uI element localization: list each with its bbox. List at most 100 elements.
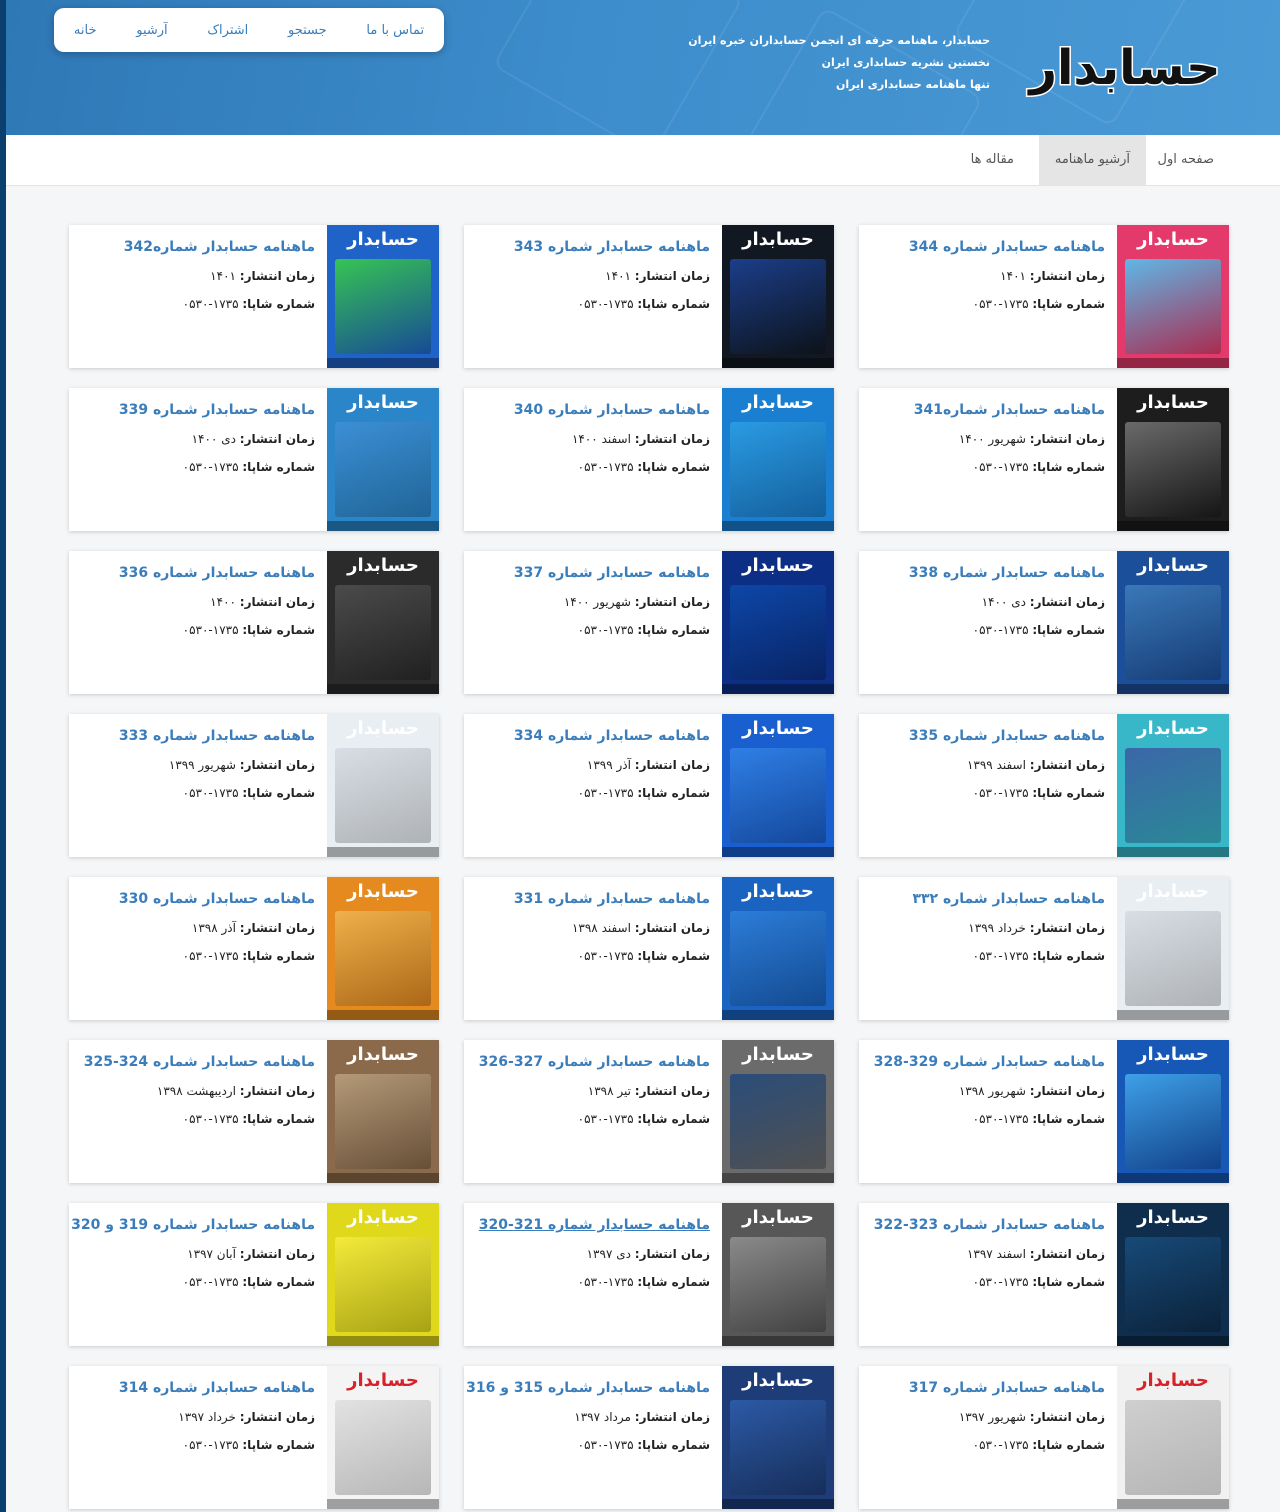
issue-title-link[interactable]: ماهنامه حسابدار شماره 330 [75, 891, 315, 907]
issue-cover-image[interactable]: حسابدار [1117, 714, 1229, 857]
issue-cover-image[interactable]: حسابدار [722, 551, 834, 694]
issue-date: اسفند ۱۴۰۰ [571, 432, 631, 446]
cover-masthead: حسابدار [347, 880, 420, 902]
issue-date: دی ۱۴۰۰ [191, 432, 236, 446]
issue-card[interactable]: حسابدار ماهنامه حسابدار شماره 340 زمان انت… [464, 388, 834, 531]
issue-cover-image[interactable]: حسابدار [722, 877, 834, 1020]
issue-title-link[interactable]: ماهنامه حسابدار شماره 319 و 320 [71, 1217, 315, 1233]
cover-artwork [1125, 1400, 1221, 1495]
nav-subscribe[interactable]: اشتراک [207, 23, 248, 38]
issue-title-link[interactable]: ماهنامه حسابدار شماره 315 و 316 [466, 1380, 710, 1396]
issue-title-link[interactable]: ماهنامه حسابدار شماره 327-326 [470, 1054, 710, 1070]
issue-title-link[interactable]: ماهنامه حسابدار شماره 333 [75, 728, 315, 744]
issn-label: شماره شاپا: [1032, 623, 1105, 637]
issue-info: ماهنامه حسابدار شماره 330 زمان انتشار: آذ… [75, 877, 315, 963]
issue-card[interactable]: حسابدار ماهنامه حسابدار شماره 336 زمان انت… [69, 551, 439, 694]
issue-title-link[interactable]: ماهنامه حسابدار شماره 321-320 [470, 1217, 710, 1233]
cover-artwork [335, 748, 431, 843]
issue-title-link[interactable]: ماهنامه حسابدار شماره ۳۳۲ [865, 891, 1105, 907]
cover-artwork [1125, 911, 1221, 1006]
issue-cover-image[interactable]: حسابدار [327, 551, 439, 694]
tab-articles[interactable]: مقاله ها [955, 135, 1030, 185]
date-label: زمان انتشار: [634, 595, 710, 609]
cover-artwork [335, 911, 431, 1006]
issue-cover-image[interactable]: حسابدار [327, 877, 439, 1020]
issue-card[interactable]: حسابدار ماهنامه حسابدار شماره341 زمان انتش… [859, 388, 1229, 531]
issue-title-link[interactable]: ماهنامه حسابدار شماره 335 [865, 728, 1105, 744]
issue-title-link[interactable]: ماهنامه حسابدار شماره 338 [865, 565, 1105, 581]
issue-cover-image[interactable]: حسابدار [1117, 1040, 1229, 1183]
issue-card[interactable]: حسابدار ماهنامه حسابدار شماره 334 زمان انت… [464, 714, 834, 857]
issue-card[interactable]: حسابدار ماهنامه حسابدار شماره342 زمان انتش… [69, 225, 439, 368]
issue-date-line: زمان انتشار: دی ۱۴۰۰ [865, 595, 1105, 609]
issue-title-link[interactable]: ماهنامه حسابدار شماره 324-325 [75, 1054, 315, 1070]
issue-title-link[interactable]: ماهنامه حسابدار شماره342 [75, 239, 315, 255]
issue-card[interactable]: حسابدار ماهنامه حسابدار شماره 343 زمان انت… [464, 225, 834, 368]
issue-title-link[interactable]: ماهنامه حسابدار شماره 314 [75, 1380, 315, 1396]
cover-masthead: حسابدار [1137, 554, 1210, 576]
issue-cover-image[interactable]: حسابدار [1117, 551, 1229, 694]
issn-value: ۱۷۳۵-۰۵۳۰ [972, 1275, 1029, 1289]
issue-card[interactable]: حسابدار ماهنامه حسابدار شماره 327-326 زمان… [464, 1040, 834, 1183]
issue-card[interactable]: حسابدار ماهنامه حسابدار شماره 333 زمان انت… [69, 714, 439, 857]
issue-cover-image[interactable]: حسابدار [327, 388, 439, 531]
issue-title-link[interactable]: ماهنامه حسابدار شماره 317 [865, 1380, 1105, 1396]
issue-cover-image[interactable]: حسابدار [1117, 877, 1229, 1020]
tab-archive[interactable]: آرشیو ماهنامه [1038, 135, 1146, 185]
issue-card[interactable]: حسابدار ماهنامه حسابدار شماره 324-325 زمان… [69, 1040, 439, 1183]
issue-cover-image[interactable]: حسابدار [327, 1203, 439, 1346]
issue-card[interactable]: حسابدار ماهنامه حسابدار شماره 339 زمان انت… [69, 388, 439, 531]
issue-card[interactable]: حسابدار ماهنامه حسابدار شماره 338 زمان انت… [859, 551, 1229, 694]
issue-card[interactable]: حسابدار ماهنامه حسابدار شماره 344 زمان انت… [859, 225, 1229, 368]
issue-card[interactable]: حسابدار ماهنامه حسابدار شماره 314 زمان انت… [69, 1366, 439, 1509]
issue-info: ماهنامه حسابدار شماره 329-328 زمان انتشار… [865, 1040, 1105, 1126]
cover-artwork [1125, 748, 1221, 843]
issue-cover-image[interactable]: حسابدار [327, 1040, 439, 1183]
issue-cover-image[interactable]: حسابدار [722, 1203, 834, 1346]
issue-title-link[interactable]: ماهنامه حسابدار شماره 329-328 [865, 1054, 1105, 1070]
issue-title-link[interactable]: ماهنامه حسابدار شماره 339 [75, 402, 315, 418]
issue-cover-image[interactable]: حسابدار [1117, 1203, 1229, 1346]
issue-title-link[interactable]: ماهنامه حسابدار شماره 336 [75, 565, 315, 581]
nav-home[interactable]: خانه [74, 23, 97, 38]
issue-card[interactable]: حسابدار ماهنامه حسابدار شماره 323-322 زمان… [859, 1203, 1229, 1346]
issue-cover-image[interactable]: حسابدار [722, 225, 834, 368]
nav-contact[interactable]: تماس با ما [366, 23, 424, 38]
issue-date-line: زمان انتشار: آذر ۱۳۹۸ [75, 921, 315, 935]
issue-card[interactable]: حسابدار ماهنامه حسابدار شماره 337 زمان انت… [464, 551, 834, 694]
issue-title-link[interactable]: ماهنامه حسابدار شماره 344 [865, 239, 1105, 255]
issue-date-line: زمان انتشار: اسفند ۱۴۰۰ [470, 432, 710, 446]
issue-card[interactable]: حسابدار ماهنامه حسابدار شماره 330 زمان انت… [69, 877, 439, 1020]
issue-card[interactable]: حسابدار ماهنامه حسابدار شماره 315 و 316 زم… [464, 1366, 834, 1509]
issue-cover-image[interactable]: حسابدار [327, 1366, 439, 1509]
issue-card[interactable]: حسابدار ماهنامه حسابدار شماره 329-328 زمان… [859, 1040, 1229, 1183]
nav-archive[interactable]: آرشیو [136, 23, 167, 38]
issue-cover-image[interactable]: حسابدار [722, 1366, 834, 1509]
issue-title-link[interactable]: ماهنامه حسابدار شماره 323-322 [865, 1217, 1105, 1233]
issue-issn-line: شماره شاپا: ۱۷۳۵-۰۵۳۰ [75, 623, 315, 637]
issue-cover-image[interactable]: حسابدار [327, 714, 439, 857]
issue-card[interactable]: حسابدار ماهنامه حسابدار شماره ۳۳۲ زمان انت… [859, 877, 1229, 1020]
issue-cover-image[interactable]: حسابدار [327, 225, 439, 368]
site-logo[interactable]: حسابدار [1010, 32, 1240, 100]
issue-cover-image[interactable]: حسابدار [722, 714, 834, 857]
issue-title-link[interactable]: ماهنامه حسابدار شماره 340 [470, 402, 710, 418]
issue-cover-image[interactable]: حسابدار [1117, 388, 1229, 531]
issue-title-link[interactable]: ماهنامه حسابدار شماره 334 [470, 728, 710, 744]
issue-title-link[interactable]: ماهنامه حسابدار شماره341 [865, 402, 1105, 418]
tab-home[interactable]: صفحه اول [1142, 135, 1230, 185]
issue-card[interactable]: حسابدار ماهنامه حسابدار شماره 317 زمان انت… [859, 1366, 1229, 1509]
issue-card[interactable]: حسابدار ماهنامه حسابدار شماره 321-320 زمان… [464, 1203, 834, 1346]
issue-cover-image[interactable]: حسابدار [722, 1040, 834, 1183]
issue-title-link[interactable]: ماهنامه حسابدار شماره 337 [470, 565, 710, 581]
issue-card[interactable]: حسابدار ماهنامه حسابدار شماره 335 زمان انت… [859, 714, 1229, 857]
issue-card[interactable]: حسابدار ماهنامه حسابدار شماره 319 و 320 زم… [69, 1203, 439, 1346]
issue-card[interactable]: حسابدار ماهنامه حسابدار شماره 331 زمان انت… [464, 877, 834, 1020]
nav-search[interactable]: جستجو [288, 23, 327, 38]
issue-title-link[interactable]: ماهنامه حسابدار شماره 343 [470, 239, 710, 255]
issue-cover-image[interactable]: حسابدار [722, 388, 834, 531]
issue-cover-image[interactable]: حسابدار [1117, 1366, 1229, 1509]
cover-footer-strip [327, 358, 439, 368]
issue-cover-image[interactable]: حسابدار [1117, 225, 1229, 368]
issue-title-link[interactable]: ماهنامه حسابدار شماره 331 [470, 891, 710, 907]
